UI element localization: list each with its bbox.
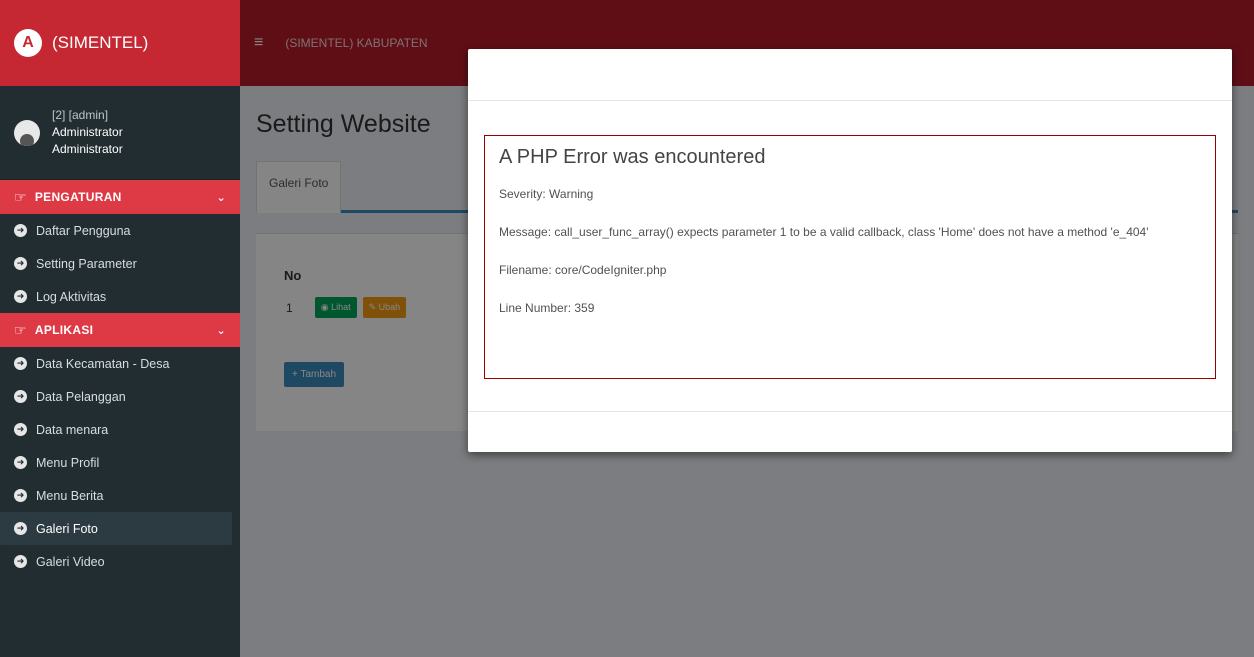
sidebar-item-label: Setting Parameter — [36, 256, 137, 271]
modal-footer — [468, 411, 1232, 452]
sidebar-item-galeri-foto[interactable]: ➜ Galeri Foto — [0, 512, 232, 545]
error-filename: Filename: core/CodeIgniter.php — [499, 263, 667, 277]
circle-arrow-icon: ➜ — [14, 290, 27, 303]
circle-arrow-icon: ➜ — [14, 555, 27, 568]
circle-arrow-icon: ➜ — [14, 456, 27, 469]
php-error-box: A PHP Error was encountered Severity: Wa… — [484, 135, 1216, 379]
sidebar-item-label: Data Kecamatan - Desa — [36, 356, 170, 371]
chevron-down-icon: ⌄ — [216, 191, 226, 204]
circle-arrow-icon: ➜ — [14, 390, 27, 403]
sidebar-item-daftar-pengguna[interactable]: ➜ Daftar Pengguna — [0, 214, 240, 247]
sidebar-item-label: Data menara — [36, 422, 109, 437]
avatar — [14, 119, 40, 146]
circle-arrow-icon: ➜ — [14, 522, 27, 535]
sidebar-item-data-pelanggan[interactable]: ➜ Data Pelanggan — [0, 380, 240, 413]
menu-group-label: APLIKASI — [34, 323, 94, 337]
sidebar-item-label: Menu Profil — [36, 455, 100, 470]
modal-header — [468, 49, 1232, 101]
sidebar-item-label: Galeri Foto — [36, 521, 98, 536]
menu-group-aplikasi[interactable]: ☞ APLIKASI ⌄ — [0, 313, 240, 347]
hand-pointer-icon: ☞ — [14, 188, 27, 205]
sidebar-item-label: Data Pelanggan — [36, 389, 126, 404]
error-message: Message: call_user_func_array() expects … — [499, 225, 1149, 239]
sidebar-item-label: Log Aktivitas — [36, 289, 107, 304]
logo-bar[interactable]: A (SIMENTEL) — [0, 0, 240, 86]
menu-group-label: PENGATURAN — [34, 190, 122, 204]
error-line-number: Line Number: 359 — [499, 301, 595, 315]
circle-arrow-icon: ➜ — [14, 357, 27, 370]
user-name: Administrator — [52, 125, 123, 139]
sidebar-item-label: Galeri Video — [36, 554, 105, 569]
error-severity: Severity: Warning — [499, 187, 594, 201]
user-icon — [20, 133, 34, 146]
brand-name: (SIMENTEL) — [52, 33, 149, 52]
sidebar-item-label: Daftar Pengguna — [36, 223, 131, 238]
error-modal: A PHP Error was encountered Severity: Wa… — [468, 49, 1232, 452]
user-id: [2] [admin] — [52, 108, 109, 122]
user-role: Administrator — [52, 142, 123, 156]
sidebar-item-data-kecamatan-desa[interactable]: ➜ Data Kecamatan - Desa — [0, 347, 240, 380]
user-info: [2] [admin] Administrator Administrator — [52, 107, 123, 158]
circle-arrow-icon: ➜ — [14, 423, 27, 436]
sidebar-item-setting-parameter[interactable]: ➜ Setting Parameter — [0, 247, 240, 280]
logo-icon: A — [14, 29, 42, 57]
sidebar-item-menu-berita[interactable]: ➜ Menu Berita — [0, 479, 240, 512]
sidebar-item-menu-profil[interactable]: ➜ Menu Profil — [0, 446, 240, 479]
circle-arrow-icon: ➜ — [14, 224, 27, 237]
chevron-down-icon: ⌄ — [216, 324, 226, 337]
menu-group-pengaturan[interactable]: ☞ PENGATURAN ⌄ — [0, 180, 240, 214]
user-panel: [2] [admin] Administrator Administrator — [0, 86, 240, 180]
circle-arrow-icon: ➜ — [14, 489, 27, 502]
sidebar-item-log-aktivitas[interactable]: ➜ Log Aktivitas — [0, 280, 240, 313]
circle-arrow-icon: ➜ — [14, 257, 27, 270]
sidebar-item-data-menara[interactable]: ➜ Data menara — [0, 413, 240, 446]
error-title: A PHP Error was encountered — [499, 146, 766, 168]
sidebar-item-label: Menu Berita — [36, 488, 104, 503]
hand-pointer-icon: ☞ — [14, 321, 27, 338]
sidebar: A (SIMENTEL) [2] [admin] Administrator A… — [0, 0, 240, 657]
sidebar-item-galeri-video[interactable]: ➜ Galeri Video — [0, 545, 240, 578]
